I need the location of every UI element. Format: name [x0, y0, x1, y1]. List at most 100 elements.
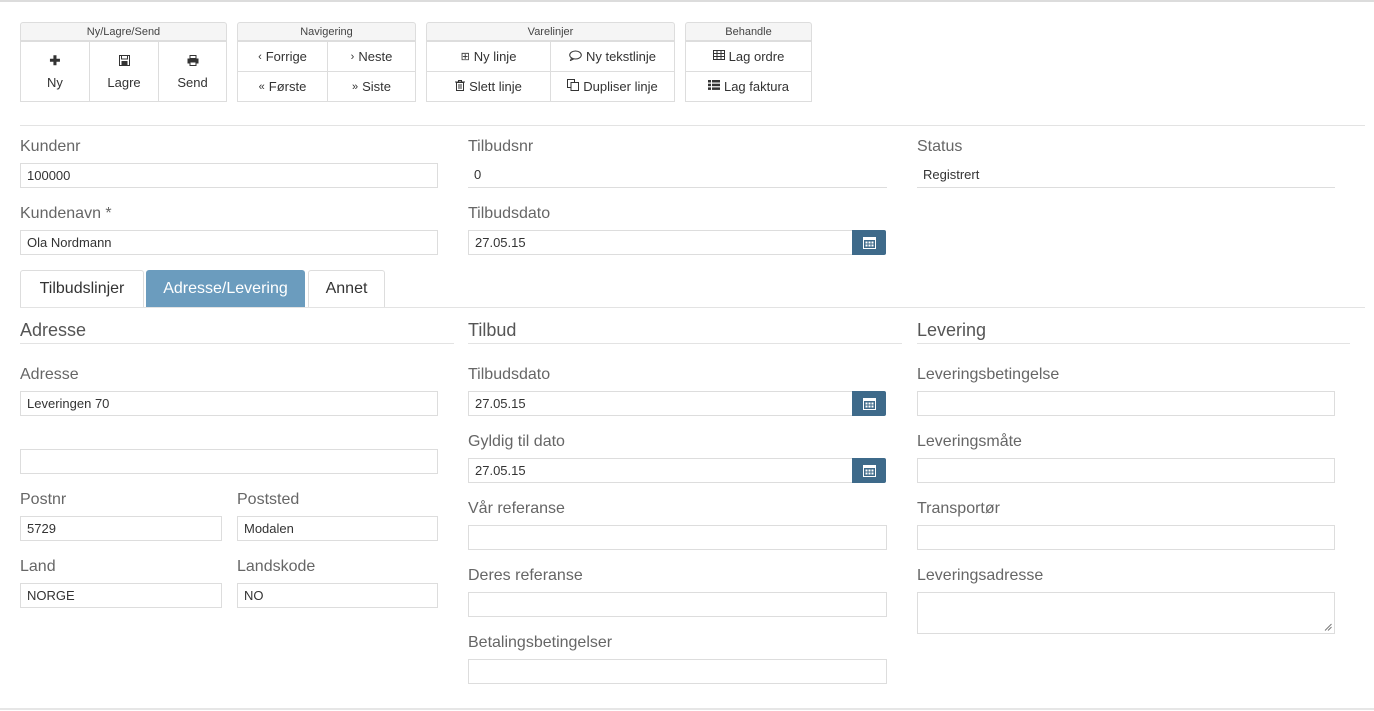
- valid-until-label: Gyldig til dato: [468, 433, 565, 450]
- calendar-icon: [862, 237, 876, 249]
- toolbar-group-title: Ny/Lagre/Send: [20, 22, 227, 41]
- their-reference-input[interactable]: [468, 592, 887, 617]
- create-order-button[interactable]: Lag ordre: [685, 41, 812, 72]
- calendar-icon: [862, 465, 876, 477]
- carrier-input[interactable]: [917, 525, 1335, 550]
- country-input[interactable]: NORGE: [20, 583, 222, 608]
- toolbar-group-title: Varelinjer: [426, 22, 675, 41]
- first-button[interactable]: « Første: [237, 71, 328, 102]
- delivery-method-input[interactable]: [917, 458, 1335, 483]
- save-button[interactable]: Lagre: [89, 41, 159, 102]
- duplicate-line-button[interactable]: Dupliser linje: [550, 71, 675, 102]
- create-invoice-button-label: Lag faktura: [723, 79, 790, 94]
- country-code-label: Landskode: [237, 558, 316, 575]
- address-line1-input[interactable]: Leveringen 70: [20, 391, 438, 416]
- toolbar-group-varelinjer: Varelinjer ⊞ Ny linje Ny tekstlinje Slet…: [426, 22, 675, 102]
- copy-icon: [567, 79, 580, 94]
- customer-number-input[interactable]: 100000: [20, 163, 438, 188]
- quote-date-input[interactable]: 27.05.15: [468, 230, 853, 255]
- tab-adresse-levering[interactable]: Adresse/Levering: [146, 270, 305, 307]
- create-order-button-label: Lag ordre: [728, 49, 785, 64]
- payment-terms-input[interactable]: [468, 659, 887, 684]
- our-reference-input[interactable]: [468, 525, 887, 550]
- tab-tilbudslinjer[interactable]: Tilbudslinjer: [20, 270, 144, 307]
- status-label: Status: [917, 138, 963, 155]
- duplicate-line-button-label: Dupliser linje: [583, 79, 658, 94]
- new-line-button[interactable]: ⊞ Ny linje: [426, 41, 551, 72]
- adresse-section-title: Adresse: [20, 320, 87, 340]
- calendar-button[interactable]: [852, 391, 886, 416]
- levering-section-divider: [917, 343, 1350, 344]
- last-button[interactable]: » Siste: [327, 71, 416, 102]
- customer-number-label: Kundenr: [20, 138, 81, 155]
- tabs-divider: [20, 307, 1365, 308]
- calendar-button[interactable]: [852, 230, 886, 255]
- create-invoice-button[interactable]: Lag faktura: [685, 71, 812, 102]
- tab-annet[interactable]: Annet: [308, 270, 385, 307]
- tilbud-section-title: Tilbud: [468, 320, 517, 340]
- adresse-section-divider: [20, 343, 454, 344]
- new-text-line-button[interactable]: Ny tekstlinje: [550, 41, 675, 72]
- resize-handle-icon[interactable]: [1324, 623, 1332, 631]
- double-chevron-right-icon: »: [351, 80, 359, 93]
- save-button-label: Lagre: [107, 74, 141, 90]
- quote-number-field: 0: [468, 163, 887, 188]
- postnr-label: Postnr: [20, 491, 67, 508]
- toolbar-group-behandle: Behandle Lag ordre Lag faktura: [685, 22, 812, 102]
- chevron-right-icon: ›: [350, 50, 355, 63]
- poststed-input[interactable]: Modalen: [237, 516, 438, 541]
- poststed-label: Poststed: [237, 491, 300, 508]
- new-button-label: Ny: [47, 75, 63, 90]
- customer-name-label: Kundenavn *: [20, 205, 112, 222]
- print-icon: [187, 54, 199, 69]
- country-label: Land: [20, 558, 56, 575]
- table-icon: [712, 50, 725, 63]
- new-text-line-button-label: Ny tekstlinje: [585, 49, 657, 64]
- address-label: Adresse: [20, 366, 79, 383]
- delivery-address-label: Leveringsadresse: [917, 567, 1044, 584]
- next-button-label: Neste: [358, 49, 393, 64]
- next-button[interactable]: › Neste: [327, 41, 416, 72]
- calendar-button[interactable]: [852, 458, 886, 483]
- trash-icon: [455, 79, 466, 94]
- chevron-left-icon: ‹: [258, 50, 262, 63]
- valid-until-input[interactable]: 27.05.15: [468, 458, 853, 483]
- double-chevron-left-icon: «: [258, 80, 265, 93]
- their-reference-label: Deres referanse: [468, 567, 583, 584]
- calendar-icon: [862, 398, 876, 410]
- tilbud-section-divider: [468, 343, 902, 344]
- previous-button[interactable]: ‹ Forrige: [237, 41, 328, 72]
- customer-name-input[interactable]: Ola Nordmann: [20, 230, 438, 255]
- toolbar-group-title: Navigering: [237, 22, 416, 41]
- list-icon: [707, 80, 720, 93]
- comment-icon: [569, 50, 582, 64]
- send-button-label: Send: [177, 74, 208, 90]
- payment-terms-label: Betalingsbetingelser: [468, 634, 613, 651]
- delivery-terms-input[interactable]: [917, 391, 1335, 416]
- top-border: [0, 0, 1374, 2]
- toolbar-group-ny-lagre-send: Ny/Lagre/Send ✚ Ny Lagre Send: [20, 22, 227, 102]
- quote-date-label: Tilbudsdato: [468, 205, 551, 222]
- plus-icon: ✚: [49, 53, 61, 68]
- offer-date-input[interactable]: 27.05.15: [468, 391, 853, 416]
- quote-number-label: Tilbudsnr: [468, 138, 534, 155]
- delivery-address-textarea[interactable]: [917, 592, 1335, 634]
- postnr-input[interactable]: 5729: [20, 516, 222, 541]
- status-field: Registrert: [917, 163, 1335, 188]
- our-reference-label: Vår referanse: [468, 500, 565, 517]
- address-line2-input[interactable]: [20, 449, 438, 474]
- send-button[interactable]: Send: [158, 41, 227, 102]
- bottom-border: [0, 708, 1374, 710]
- new-button[interactable]: ✚ Ny: [20, 41, 90, 102]
- delivery-terms-label: Leveringsbetingelse: [917, 366, 1060, 383]
- toolbar-group-navigering: Navigering ‹ Forrige › Neste « Første » …: [237, 22, 416, 102]
- previous-button-label: Forrige: [265, 49, 307, 64]
- levering-section-title: Levering: [917, 320, 987, 340]
- delivery-method-label: Leveringsmåte: [917, 433, 1022, 450]
- delete-line-button[interactable]: Slett linje: [426, 71, 551, 102]
- country-code-input[interactable]: NO: [237, 583, 438, 608]
- last-button-label: Siste: [362, 79, 392, 94]
- new-line-button-label: Ny linje: [473, 49, 517, 64]
- offer-date-label: Tilbudsdato: [468, 366, 551, 383]
- plus-square-icon: ⊞: [460, 51, 470, 63]
